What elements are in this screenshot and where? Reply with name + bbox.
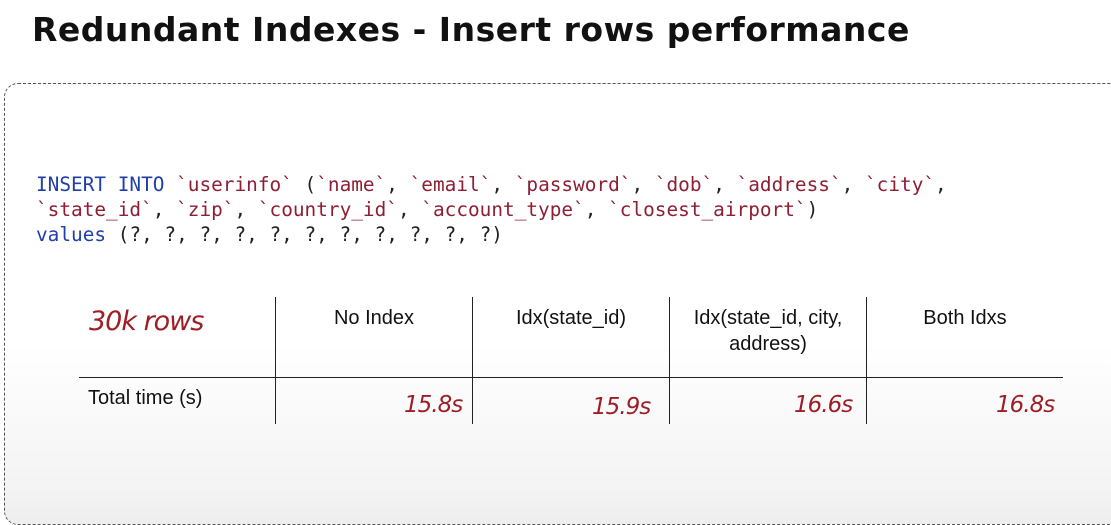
sql-token: , [234,198,258,221]
sql-line-3: values (?, ?, ?, ?, ?, ?, ?, ?, ?, ?, ?) [36,223,503,246]
sql-token: ) [806,198,819,221]
content-panel [4,83,1111,525]
sql-token: , [713,173,737,196]
sql-token: , [841,173,865,196]
sql-line-2: `state_id`, `zip`, `country_id`, `accoun… [36,198,818,221]
value-idx-state-id: 15.9s [592,394,651,420]
sql-token: `state_id` [36,198,153,221]
sql-token: `name` [316,173,387,196]
sql-token: `email` [409,173,492,196]
sql-token: INSERT INTO [36,173,165,196]
value-both-idxs: 16.8s [996,392,1055,418]
row-label-total-time: Total time (s) [88,387,203,409]
sql-token: (?, ?, ?, ?, ?, ?, ?, ?, ?, ?, ?) [106,223,503,246]
sql-token: `closest_airport` [608,198,807,221]
sql-token: `dob` [654,173,714,196]
sql-token: , [386,173,410,196]
sql-token: , [631,173,655,196]
sql-token: `userinfo` [176,173,293,196]
sql-token: `account_type` [421,198,585,221]
sql-token: , [491,173,515,196]
value-no-index: 15.8s [404,392,463,418]
column-header-idx-composite: Idx(state_id, city, address) [693,307,843,355]
value-idx-composite: 16.6s [794,392,853,418]
rows-count-note: 30k rows [89,306,204,337]
sql-token: `country_id` [257,198,398,221]
sql-token: , [584,198,609,221]
table-divider-v3 [669,297,670,424]
sql-token: `password` [514,173,632,196]
sql-token: ( [292,173,317,196]
sql-token: , [935,173,947,196]
table-divider-h [79,377,1063,378]
sql-line-1: INSERT INTO `userinfo` (`name`, `email`,… [36,173,947,196]
sql-token: `address` [736,173,842,196]
sql-token: , [397,198,422,221]
column-header-both-idxs: Both Idxs [923,307,1007,329]
column-header-no-index: No Index [333,307,415,329]
sql-token: values [36,223,107,246]
column-header-idx-state-id: Idx(state_id) [515,307,627,329]
sql-code-block: INSERT INTO `userinfo` (`name`, `email`,… [36,172,947,247]
sql-token: `city` [865,173,936,196]
sql-token: `zip` [176,198,235,221]
slide-title: Redundant Indexes - Insert rows performa… [32,10,910,49]
sql-token: , [152,198,177,221]
